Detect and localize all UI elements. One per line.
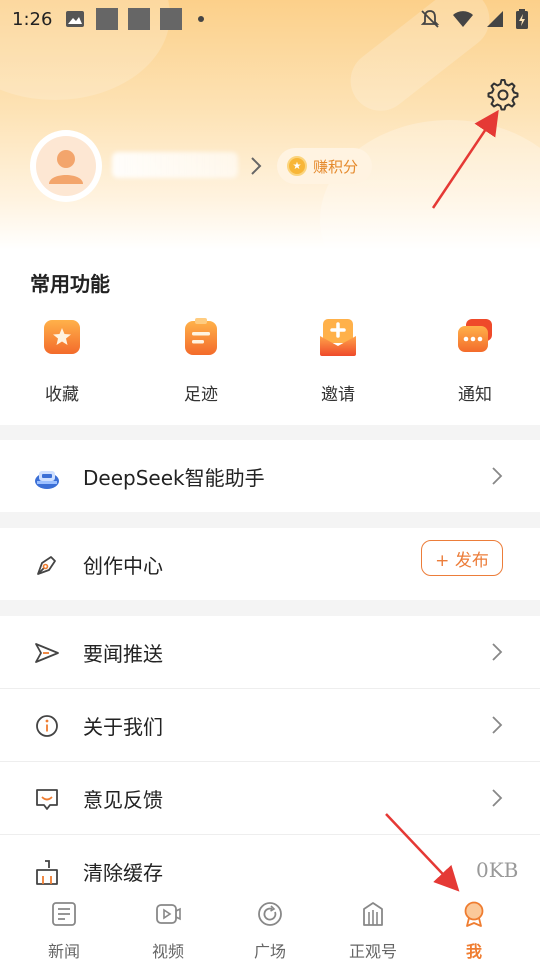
bottom-tab-bar: 新闻 视频 广场 正观号 我 — [0, 888, 540, 960]
chevron-right-icon — [492, 467, 503, 485]
status-bar: 1:26 — [0, 0, 540, 38]
status-time: 1:26 — [12, 8, 53, 30]
chevron-right-icon — [492, 789, 503, 807]
cache-size-value: 0KB — [476, 858, 519, 882]
cell-signal-icon — [487, 11, 503, 27]
tab-label: 我 — [465, 942, 482, 960]
row-label: 关于我们 — [83, 714, 163, 739]
broom-icon — [36, 860, 58, 885]
default-avatar — [36, 136, 96, 196]
earn-points-label: 赚积分 — [313, 157, 359, 176]
tab-square[interactable]: 广场 — [230, 900, 310, 960]
function-label: 收藏 — [45, 385, 79, 405]
chevron-right-icon — [492, 643, 503, 661]
about-us-row[interactable]: 关于我们 — [0, 689, 540, 761]
deepseek-assistant-row[interactable]: DeepSeek智能助手 — [0, 440, 540, 512]
tab-video[interactable]: 视频 — [128, 900, 208, 960]
wifi-icon — [453, 11, 473, 27]
pen-nib-icon — [37, 556, 56, 575]
row-label: 要闻推送 — [83, 641, 163, 666]
deepseek-logo-icon — [35, 471, 59, 489]
notification-icon — [458, 319, 492, 352]
earn-points-button[interactable]: ★ 赚积分 — [277, 148, 373, 184]
more-notifications-dot — [198, 16, 205, 22]
row-label: 意见反馈 — [83, 787, 163, 812]
function-favorite[interactable]: 收藏 — [17, 316, 107, 405]
function-invite[interactable]: 邀请 — [293, 316, 383, 405]
tab-news[interactable]: 新闻 — [24, 900, 104, 960]
settings-gear-icon[interactable] — [486, 78, 520, 112]
coin-icon: ★ — [287, 156, 307, 176]
info-icon — [36, 715, 58, 737]
function-label: 通知 — [458, 385, 492, 405]
image-notification-icon — [66, 11, 85, 27]
news-push-row[interactable]: 要闻推送 — [0, 616, 540, 688]
notification-square-icon — [128, 8, 151, 30]
video-icon — [156, 904, 181, 924]
invite-icon — [320, 319, 356, 356]
common-functions-card: 常用功能 收藏 足迹 邀请 通知 — [0, 250, 540, 425]
footprint-icon — [185, 318, 217, 355]
building-icon — [363, 902, 383, 926]
function-label: 足迹 — [184, 385, 218, 405]
feedback-row[interactable]: 意见反馈 — [0, 762, 540, 834]
header-decoration — [320, 120, 540, 250]
send-icon — [35, 643, 59, 663]
tab-label: 视频 — [151, 942, 184, 960]
row-label: 清除缓存 — [83, 860, 163, 885]
feedback-icon — [36, 789, 58, 810]
chevron-right-icon[interactable] — [248, 155, 264, 177]
tab-label: 广场 — [253, 942, 286, 960]
user-icon — [49, 150, 83, 184]
tab-label: 正观号 — [348, 942, 397, 960]
publish-button[interactable]: + 发布 — [421, 540, 503, 576]
function-footprint[interactable]: 足迹 — [156, 316, 246, 405]
username-redacted[interactable] — [112, 152, 238, 178]
section-title: 常用功能 — [30, 272, 110, 296]
favorite-icon — [44, 320, 80, 354]
row-label: DeepSeek智能助手 — [83, 465, 265, 490]
notification-square-icon — [160, 8, 183, 30]
function-notification[interactable]: 通知 — [430, 316, 520, 405]
mute-bell-icon — [420, 10, 440, 28]
newspaper-icon — [52, 902, 76, 926]
chevron-right-icon — [492, 716, 503, 734]
tab-label: 新闻 — [47, 942, 80, 960]
row-label: 创作中心 — [83, 553, 163, 578]
tab-me[interactable]: 我 — [434, 900, 514, 960]
avatar[interactable] — [30, 130, 102, 202]
function-label: 邀请 — [321, 385, 355, 405]
refresh-circle-icon — [258, 902, 282, 926]
me-ribbon-icon — [464, 901, 484, 927]
tab-zhengguanhao[interactable]: 正观号 — [333, 900, 413, 960]
battery-icon — [516, 9, 528, 29]
notification-square-icon — [96, 8, 119, 30]
